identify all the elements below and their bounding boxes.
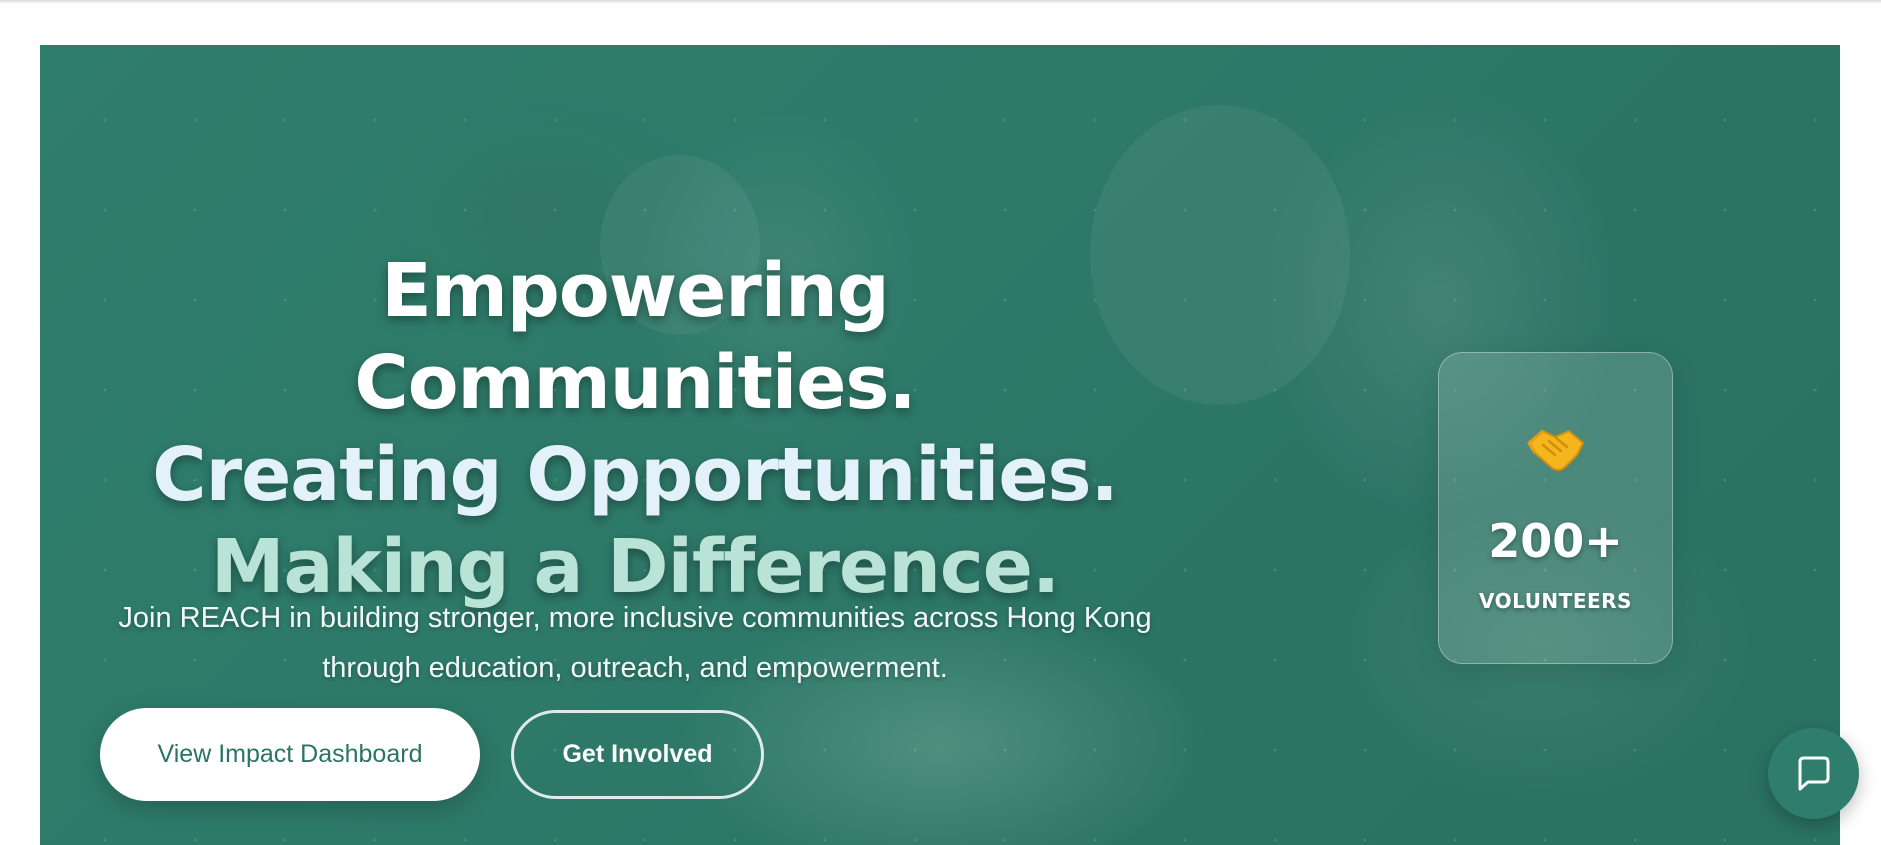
top-nav-shadow bbox=[0, 0, 1881, 4]
stat-label: VOLUNTEERS bbox=[1479, 589, 1632, 613]
view-impact-dashboard-button[interactable]: View Impact Dashboard bbox=[100, 708, 480, 801]
stat-value: 200+ bbox=[1488, 514, 1623, 568]
hero-headline: Empowering Communities. Creating Opportu… bbox=[100, 245, 1170, 613]
headline-line-1: Empowering Communities. bbox=[354, 248, 916, 426]
get-involved-button[interactable]: Get Involved bbox=[511, 710, 764, 799]
volunteers-stat-card: 200+ VOLUNTEERS bbox=[1438, 352, 1673, 664]
headline-line-2: Creating Opportunities. bbox=[152, 432, 1118, 518]
chat-bubble-icon bbox=[1798, 756, 1829, 790]
handshake-icon bbox=[1439, 421, 1672, 490]
hero-subtitle-line-2: through education, outreach, and empower… bbox=[322, 652, 948, 684]
hero-section: Empowering Communities. Creating Opportu… bbox=[40, 45, 1840, 845]
hero-subtitle: Join REACH in building stronger, more in… bbox=[100, 593, 1170, 693]
chat-button[interactable] bbox=[1768, 728, 1859, 819]
hero-subtitle-line-1: Join REACH in building stronger, more in… bbox=[118, 602, 1152, 634]
